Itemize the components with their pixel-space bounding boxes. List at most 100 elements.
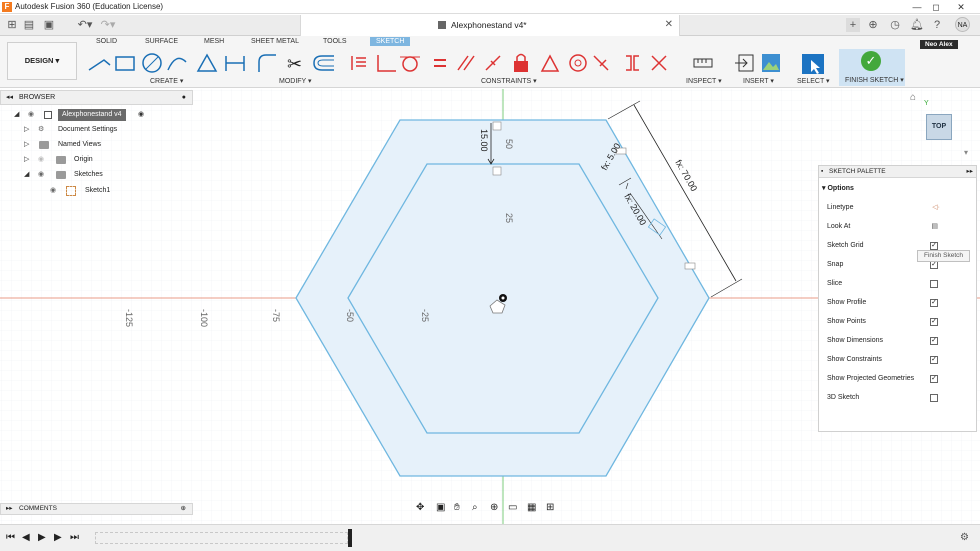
help-icon[interactable]: ? bbox=[930, 18, 944, 32]
browser-header[interactable]: ◂◂ BROWSER ● bbox=[0, 90, 193, 105]
palette-header[interactable]: ▪ SKETCH PALETTE ▸▸ bbox=[819, 166, 976, 178]
display-settings-icon[interactable]: ▭ bbox=[508, 502, 517, 513]
browser-item-named-views[interactable]: ▷ Named Views bbox=[24, 138, 194, 152]
symmetry-icon[interactable] bbox=[626, 55, 639, 71]
workspace-switcher[interactable]: DESIGN ▾ bbox=[7, 42, 77, 80]
options-section[interactable]: ▾ Options bbox=[822, 184, 854, 192]
browser-item-root[interactable]: ◢ ◉ Alexphonestand v4 ◉ bbox=[14, 108, 194, 122]
select-icon[interactable] bbox=[800, 52, 826, 74]
measure-icon[interactable] bbox=[692, 52, 714, 74]
show-projected-checkbox[interactable]: ✓ bbox=[930, 375, 938, 383]
coincident-icon[interactable] bbox=[351, 56, 366, 70]
tab-solid[interactable]: SOLID bbox=[96, 38, 117, 45]
visibility-icon[interactable]: ◉ bbox=[28, 108, 34, 122]
horizontal-constraint-icon[interactable] bbox=[492, 121, 502, 131]
activate-icon[interactable]: ◉ bbox=[138, 108, 144, 122]
line-icon[interactable] bbox=[88, 59, 111, 71]
play-icon[interactable]: ▶ bbox=[38, 532, 46, 543]
job-status-icon[interactable]: ◷ bbox=[888, 18, 902, 32]
trim-icon[interactable]: ✂ bbox=[287, 54, 302, 74]
browser-item-origin[interactable]: ▷ ◉ Origin bbox=[24, 153, 194, 167]
arc-icon[interactable] bbox=[167, 57, 187, 71]
polygon-icon[interactable] bbox=[196, 53, 218, 72]
dimension-icon[interactable] bbox=[225, 56, 245, 71]
minimize-button[interactable]: — bbox=[908, 1, 926, 13]
fix-icon[interactable] bbox=[514, 53, 528, 73]
timeline-marker[interactable] bbox=[348, 529, 352, 547]
offset-icon[interactable] bbox=[313, 55, 334, 71]
finish-sketch-button[interactable]: ✓ FINISH SKETCH ▾ bbox=[839, 49, 905, 86]
equal-icon[interactable] bbox=[434, 59, 446, 67]
step-back-icon[interactable]: ◀ bbox=[22, 532, 30, 543]
perpendicular-icon[interactable] bbox=[485, 55, 501, 71]
tab-surface[interactable]: SURFACE bbox=[145, 38, 178, 45]
viewcube[interactable]: ⌂ Y TOP ▾ bbox=[910, 92, 968, 157]
curvature-icon[interactable] bbox=[651, 55, 667, 71]
close-tab-icon[interactable]: ✕ bbox=[665, 19, 673, 30]
tangent-icon[interactable] bbox=[400, 56, 420, 72]
fillet-icon[interactable] bbox=[258, 54, 276, 72]
viewcube-top-face[interactable]: TOP bbox=[926, 114, 952, 140]
palette-pin-icon[interactable]: ▪ bbox=[821, 166, 823, 178]
linetype-icon[interactable]: ◁· bbox=[932, 202, 940, 214]
circle-icon[interactable] bbox=[142, 53, 162, 73]
sketch-grid-checkbox[interactable]: ✓ bbox=[930, 242, 938, 250]
fit-icon[interactable]: ⊕ bbox=[490, 502, 498, 513]
insert-image-icon[interactable] bbox=[762, 54, 780, 72]
visibility-icon[interactable]: ◉ bbox=[38, 168, 44, 182]
collapse-icon[interactable]: ◂◂ bbox=[6, 91, 13, 104]
viewcube-menu-icon[interactable]: ▾ bbox=[964, 148, 968, 157]
notifications-icon[interactable]: 🔔︎ bbox=[910, 18, 924, 32]
visibility-icon[interactable]: ◉ bbox=[50, 184, 56, 198]
concentric-icon[interactable] bbox=[569, 54, 587, 72]
constraints-menu[interactable]: CONSTRAINTS ▾ bbox=[481, 77, 537, 85]
tab-mesh[interactable]: MESH bbox=[204, 38, 224, 45]
horizontal-constraint-icon[interactable] bbox=[492, 166, 502, 176]
step-forward-icon[interactable]: ▶ bbox=[54, 532, 62, 543]
comments-panel[interactable]: ▸▸ COMMENTS ⊕ bbox=[0, 503, 193, 515]
go-to-start-icon[interactable]: ⏮ bbox=[6, 532, 15, 543]
midpoint-icon[interactable] bbox=[540, 54, 560, 72]
expand-icon[interactable]: ◢ bbox=[24, 168, 34, 182]
expand-icon[interactable]: ◢ bbox=[14, 108, 24, 122]
slice-checkbox[interactable] bbox=[930, 280, 938, 288]
add-comment-icon[interactable]: ⊕ bbox=[181, 504, 186, 514]
tab-tools[interactable]: TOOLS bbox=[323, 38, 347, 45]
timeline-track[interactable] bbox=[95, 532, 348, 544]
snap-checkbox[interactable]: ✓ bbox=[930, 261, 938, 269]
show-profile-checkbox[interactable]: ✓ bbox=[930, 299, 938, 307]
browser-item-sketch1[interactable]: ◉ Sketch1 bbox=[48, 184, 194, 198]
orbit-icon[interactable]: ✥ bbox=[416, 502, 424, 513]
tab-sheet-metal[interactable]: SHEET METAL bbox=[251, 38, 299, 45]
go-to-end-icon[interactable]: ⏭ bbox=[70, 532, 79, 543]
visibility-off-icon[interactable]: ◉ bbox=[38, 153, 44, 167]
create-menu[interactable]: CREATE ▾ bbox=[150, 77, 183, 85]
zoom-icon[interactable]: ⌕ bbox=[472, 502, 478, 513]
parallel-constraint-icon[interactable] bbox=[684, 262, 696, 270]
timeline-settings-icon[interactable]: ⚙ bbox=[960, 532, 969, 543]
home-icon[interactable]: ⌂ bbox=[910, 92, 916, 103]
expand-comments-icon[interactable]: ▸▸ bbox=[6, 504, 13, 514]
pin-icon[interactable]: ● bbox=[182, 91, 186, 104]
user-name[interactable]: Neo Alex bbox=[920, 40, 958, 49]
expand-icon[interactable]: ▷ bbox=[24, 153, 34, 167]
horizontal-vertical-icon[interactable] bbox=[377, 55, 396, 72]
modify-menu[interactable]: MODIFY ▾ bbox=[279, 77, 312, 85]
new-tab-icon[interactable]: + bbox=[846, 18, 860, 32]
grid-settings-icon[interactable]: ▦ bbox=[527, 502, 536, 513]
palette-collapse-icon[interactable]: ▸▸ bbox=[966, 166, 973, 178]
rectangle-icon[interactable] bbox=[115, 56, 135, 71]
look-at-icon[interactable]: ▤ bbox=[931, 221, 938, 233]
viewports-icon[interactable]: ⊞ bbox=[546, 502, 554, 513]
expand-icon[interactable]: ▷ bbox=[24, 138, 34, 152]
grid-menu-icon[interactable]: ⊞ bbox=[5, 18, 19, 32]
3d-sketch-checkbox[interactable] bbox=[930, 394, 938, 402]
parallel-icon[interactable] bbox=[457, 55, 475, 71]
dimension-15[interactable]: 15.00 bbox=[479, 129, 489, 152]
document-tab[interactable]: Alexphonestand v4* ✕ bbox=[300, 15, 680, 36]
save-icon[interactable]: ▣ bbox=[42, 18, 56, 32]
avatar[interactable]: NA bbox=[955, 17, 970, 32]
undo-icon[interactable]: ↶▾ bbox=[75, 18, 95, 32]
redo-icon[interactable]: ↷▾ bbox=[98, 18, 118, 32]
collinear-icon[interactable] bbox=[593, 55, 609, 71]
